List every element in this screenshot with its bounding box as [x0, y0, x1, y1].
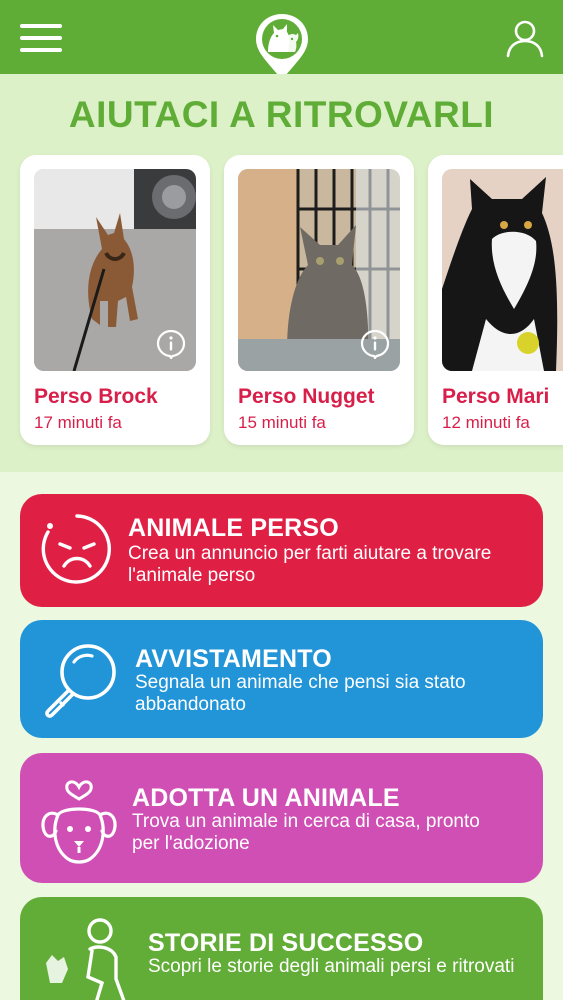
pet-time: 15 minuti fa: [238, 413, 326, 432]
pet-location-pin-logo[interactable]: [254, 12, 310, 82]
hamburger-menu-icon[interactable]: [20, 24, 62, 54]
user-profile-icon[interactable]: [505, 18, 545, 58]
adopt-animal-button[interactable]: ADOTTA UN ANIMALE Trova un animale in ce…: [20, 753, 543, 883]
pet-time: 12 minuti fa: [442, 413, 530, 432]
action-title: ANIMALE PERSO: [128, 514, 339, 542]
app-screen: AIUTACI A RITROVARLI Perso Brock 17 minu…: [0, 0, 563, 1000]
action-description: Crea un annuncio per farti aiutare a tro…: [128, 543, 492, 586]
pet-name: Perso Brock: [34, 385, 158, 408]
top-bar: [0, 0, 563, 80]
dog-heart-icon: [41, 780, 117, 864]
pet-name: Perso Mari: [442, 385, 550, 408]
grey-tabby-cat-photo: [238, 169, 400, 371]
magnifier-icon: [45, 644, 116, 718]
action-title: AVVISTAMENTO: [135, 645, 332, 673]
action-title: STORIE DI SUCCESSO: [148, 929, 424, 957]
lost-animal-button[interactable]: ANIMALE PERSO Crea un annuncio per farti…: [20, 494, 543, 607]
brown-dog-photo: [34, 169, 196, 371]
action-title: ADOTTA UN ANIMALE: [132, 784, 400, 812]
action-description: Trova un animale in cerca di casa, pront…: [132, 811, 480, 854]
pet-name: Perso Nugget: [238, 385, 375, 408]
person-with-dog-icon: [46, 918, 126, 1000]
action-description: Scopri le storie degli animali persi e r…: [148, 956, 515, 977]
sad-face-icon: [41, 514, 111, 584]
black-white-cat-photo: [442, 169, 563, 371]
lost-pet-card[interactable]: Perso Mari 12 minuti fa: [428, 155, 563, 445]
info-icon[interactable]: [360, 329, 390, 359]
lost-pet-card[interactable]: Perso Brock 17 minuti fa: [20, 155, 210, 445]
success-stories-button[interactable]: STORIE DI SUCCESSO Scopri le storie degl…: [20, 897, 543, 1000]
info-icon[interactable]: [156, 329, 186, 359]
lost-pet-card[interactable]: Perso Nugget 15 minuti fa: [224, 155, 414, 445]
sighting-button[interactable]: AVVISTAMENTO Segnala un animale che pens…: [20, 620, 543, 738]
pet-time: 17 minuti fa: [34, 413, 122, 432]
action-description: Segnala un animale che pensi sia stato a…: [135, 672, 466, 715]
section-title: AIUTACI A RITROVARLI: [68, 94, 495, 135]
